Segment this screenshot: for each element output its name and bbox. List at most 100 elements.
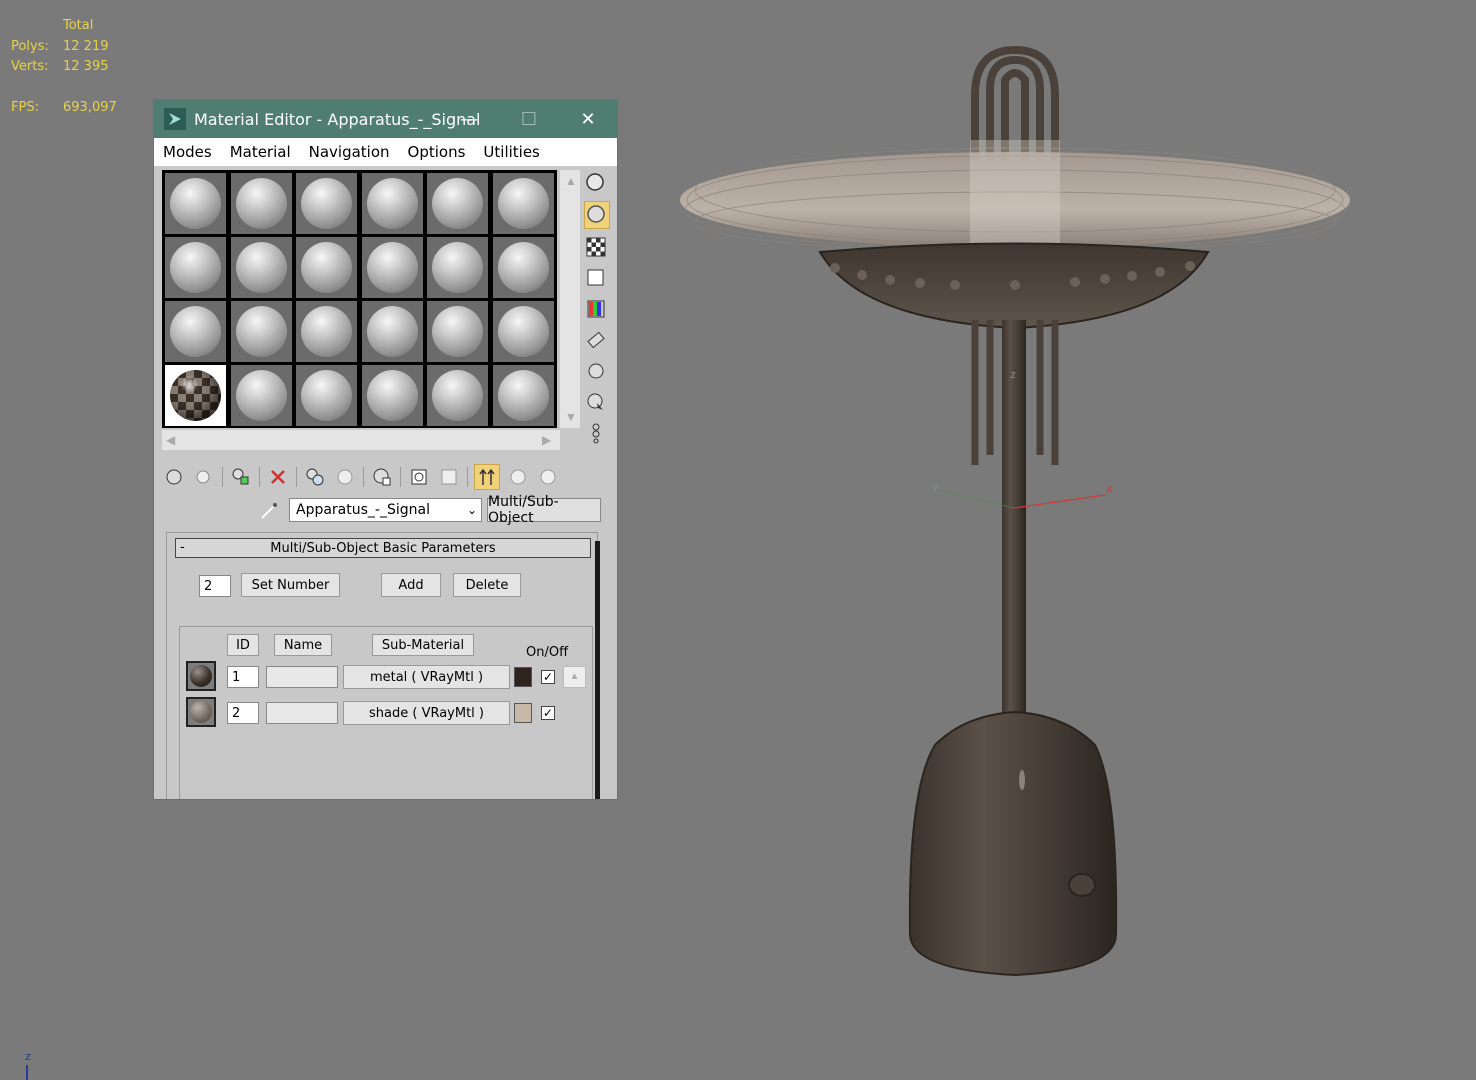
rollout-collapse-toggle[interactable]: - bbox=[180, 540, 185, 555]
background-checker-icon[interactable] bbox=[584, 234, 608, 260]
sample-slot-4[interactable] bbox=[361, 173, 423, 234]
sample-slot-9[interactable] bbox=[296, 237, 357, 298]
sample-sphere bbox=[170, 242, 221, 293]
sample-slot-2[interactable] bbox=[230, 173, 292, 234]
show-shaded-material-icon[interactable] bbox=[407, 465, 431, 489]
sample-slot-11[interactable] bbox=[427, 237, 488, 298]
name-column-header[interactable]: Name bbox=[274, 634, 332, 656]
sample-slot-3[interactable] bbox=[296, 173, 357, 234]
menu-modes[interactable]: Modes bbox=[163, 143, 212, 161]
submaterial-1-id[interactable]: 1 bbox=[227, 666, 259, 688]
add-button[interactable]: Add bbox=[381, 573, 441, 597]
menu-material[interactable]: Material bbox=[230, 143, 291, 161]
sample-slot-21[interactable] bbox=[296, 365, 357, 426]
submaterial-1-preview[interactable] bbox=[186, 661, 216, 691]
material-map-navigator-icon[interactable] bbox=[584, 420, 608, 446]
slots-horizontal-scrollbar[interactable]: ◀ ▶ bbox=[162, 430, 560, 450]
sample-slot-15[interactable] bbox=[296, 301, 357, 362]
rollout-scrollbar[interactable] bbox=[595, 541, 600, 799]
options-icon[interactable] bbox=[584, 358, 608, 384]
menu-options[interactable]: Options bbox=[408, 143, 466, 161]
rollout-header[interactable]: - Multi/Sub-Object Basic Parameters bbox=[175, 538, 591, 558]
submaterial-2-onoff-checkbox[interactable]: ✓ bbox=[541, 706, 555, 720]
sample-slot-5[interactable] bbox=[427, 173, 488, 234]
show-background-icon[interactable] bbox=[536, 465, 560, 489]
sample-slot-16[interactable] bbox=[361, 301, 423, 362]
list-scroll-up-icon[interactable]: ▲ bbox=[563, 666, 586, 688]
maximize-button[interactable]: ☐ bbox=[506, 100, 552, 138]
sample-slot-20[interactable] bbox=[230, 365, 292, 426]
submaterial-1-name[interactable] bbox=[266, 666, 338, 688]
submaterial-2-name[interactable] bbox=[266, 702, 338, 724]
material-name-dropdown[interactable]: Apparatus_-_Signal ⌄ bbox=[289, 498, 482, 522]
sample-sphere bbox=[301, 370, 352, 421]
scroll-up-icon[interactable]: ▲ bbox=[565, 174, 577, 188]
set-number-input[interactable]: 2 bbox=[199, 575, 231, 597]
reset-map-icon[interactable] bbox=[266, 465, 290, 489]
gizmo-x-label: x bbox=[1106, 482, 1113, 495]
video-color-check-icon[interactable] bbox=[584, 296, 608, 322]
sample-uv-tiling-icon[interactable] bbox=[584, 265, 608, 291]
put-to-scene-icon[interactable] bbox=[192, 465, 216, 489]
assign-to-selection-icon[interactable] bbox=[229, 465, 253, 489]
lamp-model[interactable]: x y z bbox=[660, 40, 1380, 1000]
get-material-icon[interactable] bbox=[162, 465, 186, 489]
sample-slot-6[interactable] bbox=[492, 173, 554, 234]
stats-header: Total bbox=[63, 18, 94, 33]
sample-slot-14[interactable] bbox=[230, 301, 292, 362]
submaterial-1-onoff-checkbox[interactable]: ✓ bbox=[541, 670, 555, 684]
sample-slot-1[interactable] bbox=[165, 173, 226, 234]
sample-sphere bbox=[497, 178, 549, 229]
submaterial-2-color-swatch[interactable] bbox=[514, 703, 532, 723]
pick-material-icon[interactable] bbox=[260, 502, 278, 525]
submaterial-2-preview[interactable] bbox=[186, 697, 216, 727]
go-forward-sibling-icon[interactable] bbox=[506, 465, 530, 489]
set-number-button[interactable]: Set Number bbox=[241, 573, 340, 597]
submaterial-1-color-swatch[interactable] bbox=[514, 667, 532, 687]
menu-navigation[interactable]: Navigation bbox=[309, 143, 390, 161]
delete-button[interactable]: Delete bbox=[453, 573, 521, 597]
sample-type-icon[interactable] bbox=[584, 170, 608, 196]
sample-slot-18[interactable] bbox=[492, 301, 554, 362]
sample-slot-8[interactable] bbox=[230, 237, 292, 298]
minimize-button[interactable]: — bbox=[446, 100, 492, 138]
side-toolbar bbox=[584, 170, 612, 451]
material-editor-window[interactable]: Material Editor - Apparatus_-_Signal — ☐… bbox=[154, 100, 617, 799]
sample-slot-23[interactable] bbox=[427, 365, 488, 426]
id-column-header[interactable]: ID bbox=[227, 634, 259, 656]
scroll-down-icon[interactable]: ▼ bbox=[565, 410, 577, 424]
sample-slot-24[interactable] bbox=[492, 365, 554, 426]
select-by-material-icon[interactable] bbox=[584, 389, 608, 415]
submaterial-column-header[interactable]: Sub-Material bbox=[372, 634, 474, 656]
rollout-title: Multi/Sub-Object Basic Parameters bbox=[270, 540, 496, 556]
scroll-left-icon[interactable]: ◀ bbox=[166, 433, 175, 447]
make-preview-icon[interactable] bbox=[584, 327, 608, 353]
sample-slot-13[interactable] bbox=[165, 301, 226, 362]
chevron-down-icon[interactable]: ⌄ bbox=[467, 503, 477, 517]
submaterial-1-button[interactable]: metal ( VRayMtl ) bbox=[343, 665, 510, 689]
menu-utilities[interactable]: Utilities bbox=[483, 143, 539, 161]
material-editor-titlebar[interactable]: Material Editor - Apparatus_-_Signal — ☐… bbox=[154, 100, 617, 138]
submaterial-2-button[interactable]: shade ( VRayMtl ) bbox=[343, 701, 510, 725]
window-title: Material Editor - Apparatus_-_Signal bbox=[194, 109, 481, 129]
submaterial-2-id[interactable]: 2 bbox=[227, 702, 259, 724]
slots-vertical-scrollbar[interactable]: ▲ ▼ bbox=[560, 170, 580, 428]
scroll-right-icon[interactable]: ▶ bbox=[542, 433, 551, 447]
sample-slot-19[interactable] bbox=[165, 365, 226, 426]
polys-label: Polys: bbox=[11, 38, 49, 54]
go-to-parent-icon[interactable] bbox=[474, 464, 500, 490]
make-unique-icon[interactable] bbox=[303, 465, 327, 489]
material-id-channel-icon[interactable] bbox=[370, 465, 394, 489]
sample-sphere bbox=[235, 370, 287, 421]
show-end-result-icon[interactable] bbox=[437, 465, 461, 489]
close-button[interactable]: ✕ bbox=[565, 100, 611, 138]
put-to-library-icon[interactable] bbox=[333, 465, 357, 489]
sample-slot-10[interactable] bbox=[361, 237, 423, 298]
sample-slot-17[interactable] bbox=[427, 301, 488, 362]
backlight-icon[interactable] bbox=[584, 201, 610, 229]
sample-slot-22[interactable] bbox=[361, 365, 423, 426]
sample-slot-7[interactable] bbox=[165, 237, 226, 298]
verts-value: 12 395 bbox=[63, 59, 109, 74]
sample-slot-12[interactable] bbox=[492, 237, 554, 298]
material-type-button[interactable]: Multi/Sub-Object bbox=[487, 494, 601, 526]
